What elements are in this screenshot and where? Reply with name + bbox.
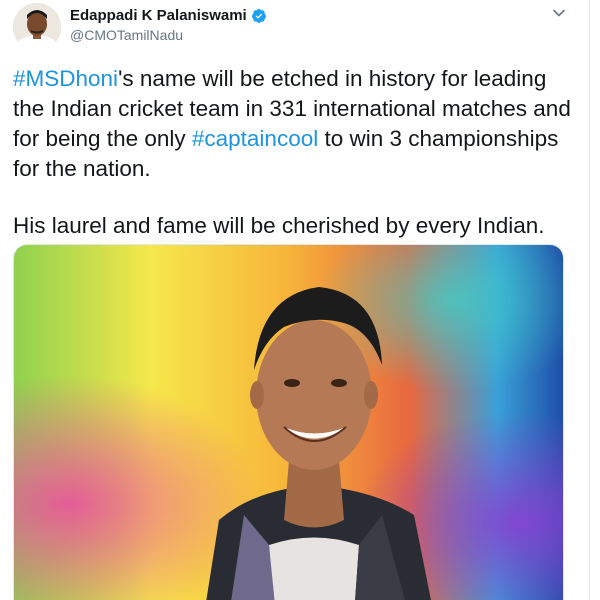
chevron-down-icon[interactable] bbox=[552, 6, 566, 20]
author-handle[interactable]: @CMOTamilNadu bbox=[70, 27, 183, 43]
card-border bbox=[589, 0, 590, 600]
tweet-paragraph-2: His laurel and fame will be cherished by… bbox=[13, 213, 545, 238]
tweet-paragraph-1: #MSDhoni's name will be etched in histor… bbox=[13, 64, 583, 184]
author-name[interactable]: Edappadi K Palaniswami bbox=[70, 7, 247, 24]
hashtag-link-msdhoni[interactable]: #MSDhoni bbox=[13, 66, 118, 91]
tweet-text: #MSDhoni's name will be etched in histor… bbox=[13, 64, 583, 241]
hashtag-link-captaincool[interactable]: #captaincool bbox=[192, 126, 318, 151]
tweet-card: Edappadi K Palaniswami @CMOTamilNadu #MS… bbox=[0, 0, 600, 600]
author-name-row[interactable]: Edappadi K Palaniswami bbox=[70, 7, 267, 24]
tweet-media-image[interactable] bbox=[13, 244, 564, 600]
avatar[interactable] bbox=[13, 3, 61, 51]
verified-badge-icon bbox=[251, 8, 267, 24]
dhoni-portrait-image bbox=[14, 245, 563, 600]
